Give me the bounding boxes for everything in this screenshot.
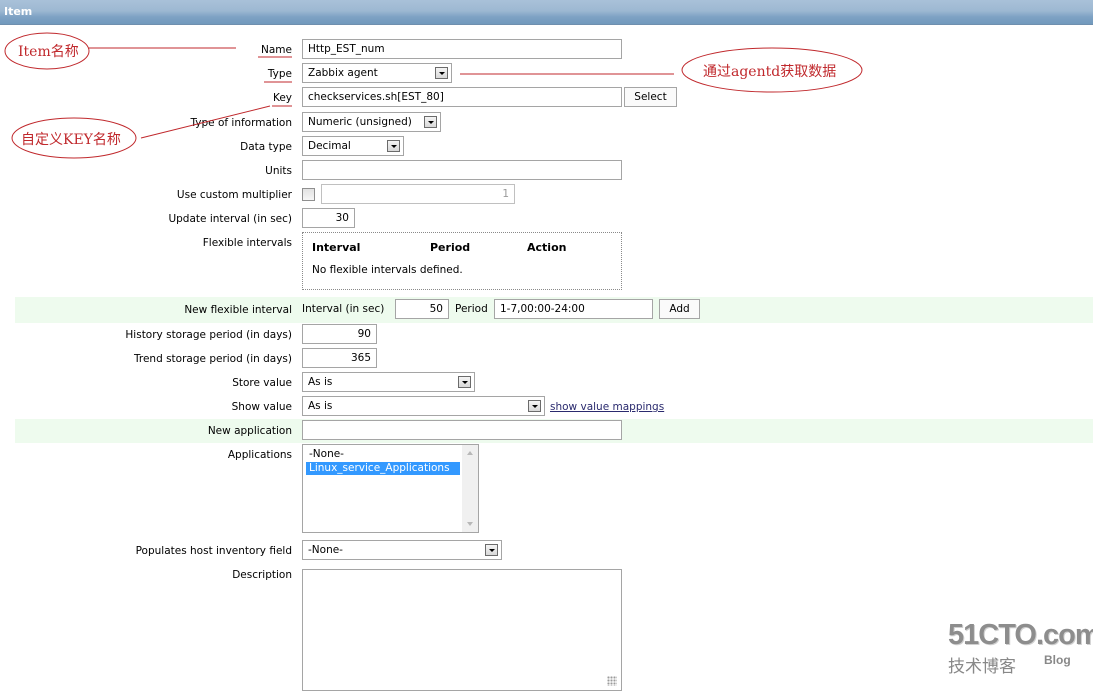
annotation-overlay xyxy=(4,32,863,159)
annotation-key-name: 自定义KEY名称 xyxy=(21,132,121,148)
watermark-site: 51CTO.com xyxy=(948,619,1093,651)
watermark-logo: 51CTO.com 技术博客 Blog xyxy=(948,620,1093,677)
annotation-line-key-name xyxy=(140,105,271,139)
watermark-blog: Blog xyxy=(1044,653,1071,667)
annotation-agentd: 通过agentd获取数据 xyxy=(703,64,837,80)
watermark-subtitle: 技术博客 xyxy=(948,657,1016,677)
annotation-item-name: Item名称 xyxy=(18,44,79,60)
